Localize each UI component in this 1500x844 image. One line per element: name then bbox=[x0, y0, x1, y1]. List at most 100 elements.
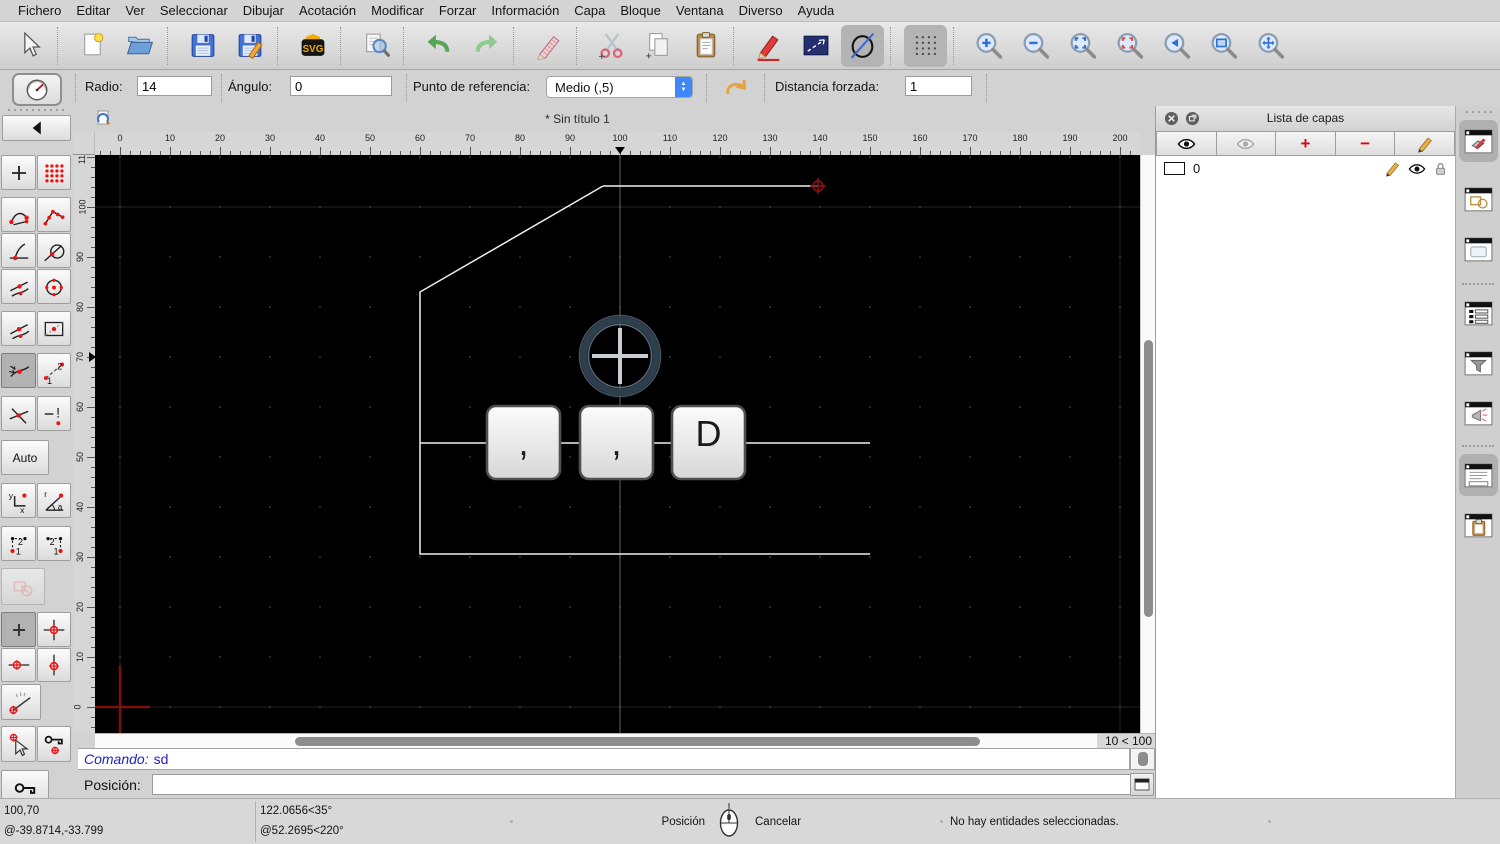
coordinate-polar-button[interactable]: ra bbox=[37, 483, 71, 518]
menu-ventana[interactable]: Ventana bbox=[676, 3, 724, 18]
menu-capa[interactable]: Capa bbox=[574, 3, 605, 18]
snap-nearest-button[interactable] bbox=[1, 269, 36, 304]
zoom-out-button[interactable] bbox=[1014, 25, 1057, 67]
menu-dibujar[interactable]: Dibujar bbox=[243, 3, 284, 18]
snap-reference-button[interactable] bbox=[37, 311, 71, 346]
layer-visibility-eye-icon[interactable] bbox=[1408, 162, 1426, 176]
redo-button[interactable] bbox=[464, 25, 507, 67]
menu-modificar[interactable]: Modificar bbox=[371, 3, 424, 18]
menu-bloque[interactable]: Bloque bbox=[620, 3, 660, 18]
command-scrollbar-thumb[interactable] bbox=[1138, 752, 1148, 766]
palette-drag-handle[interactable] bbox=[6, 108, 66, 112]
menu-diverso[interactable]: Diverso bbox=[739, 3, 783, 18]
announce-window-toggle[interactable] bbox=[1459, 392, 1498, 434]
back-button[interactable] bbox=[718, 74, 752, 102]
show-all-layers-button[interactable] bbox=[1156, 131, 1217, 156]
snap-perpendicular-button[interactable] bbox=[1, 233, 36, 268]
edit-layer-button[interactable] bbox=[1395, 131, 1455, 156]
set-relative-angle-button[interactable] bbox=[1, 684, 41, 720]
restrict-orthogonal-button[interactable] bbox=[37, 612, 71, 647]
snap-intersection-manual-button[interactable]: ! bbox=[37, 396, 71, 431]
horizontal-scrollbar[interactable] bbox=[95, 733, 1097, 748]
delete-button[interactable] bbox=[527, 25, 570, 67]
cut-button[interactable] bbox=[590, 25, 633, 67]
collapse-palette-button[interactable] bbox=[2, 115, 71, 141]
reference-corner-2-button[interactable]: 12 bbox=[37, 526, 71, 561]
snap-intersection-button[interactable] bbox=[1, 396, 36, 431]
print-preview-button[interactable] bbox=[354, 25, 397, 67]
snap-center-button[interactable] bbox=[37, 269, 71, 304]
position-input[interactable] bbox=[152, 774, 1138, 795]
entity-attributes-button[interactable] bbox=[794, 25, 837, 67]
new-document-button[interactable] bbox=[71, 25, 114, 67]
drawing-canvas[interactable]: ,, D bbox=[95, 155, 1140, 733]
vertical-scrollbar-thumb[interactable] bbox=[1144, 340, 1153, 617]
snap-free-button[interactable] bbox=[1, 155, 36, 190]
snap-middle-button[interactable] bbox=[1, 353, 36, 388]
angle-input[interactable] bbox=[290, 76, 392, 96]
lock-relative-zero-button[interactable] bbox=[37, 726, 71, 762]
command-scrollbar[interactable] bbox=[1130, 748, 1155, 770]
menu-fichero[interactable]: Fichero bbox=[18, 3, 61, 18]
vertical-scrollbar[interactable] bbox=[1140, 155, 1155, 733]
menu-ver[interactable]: Ver bbox=[125, 3, 145, 18]
menu-seleccionar[interactable]: Seleccionar bbox=[160, 3, 228, 18]
zoom-previous-button[interactable] bbox=[1108, 25, 1151, 67]
blocks-window-toggle[interactable] bbox=[1459, 178, 1498, 220]
layer-row[interactable]: 0 bbox=[1156, 158, 1455, 179]
menu-editar[interactable]: Editar bbox=[76, 3, 110, 18]
set-relative-zero-button[interactable] bbox=[1, 726, 36, 762]
snap-auto-button[interactable]: Auto bbox=[1, 440, 49, 475]
horizontal-scrollbar-thumb[interactable] bbox=[295, 737, 980, 746]
restrict-vertical-button[interactable] bbox=[37, 648, 71, 682]
layers-window-toggle[interactable] bbox=[1459, 120, 1498, 162]
edit-layer-pencil-icon[interactable] bbox=[1384, 160, 1401, 177]
radius-input[interactable] bbox=[137, 76, 212, 96]
attributes-pencil-button[interactable] bbox=[747, 25, 790, 67]
library-window-toggle[interactable] bbox=[1459, 228, 1498, 270]
menu-acotacion[interactable]: Acotación bbox=[299, 3, 356, 18]
command-line[interactable]: Comando: sd bbox=[78, 748, 1130, 770]
save-button[interactable] bbox=[181, 25, 224, 67]
zoom-auto-button[interactable] bbox=[1061, 25, 1104, 67]
snap-grid-button[interactable] bbox=[37, 155, 71, 190]
snap-distance-button[interactable]: 12 bbox=[37, 353, 71, 388]
dock-drag-handle[interactable] bbox=[1464, 110, 1494, 114]
copy-button[interactable] bbox=[637, 25, 680, 67]
filter-window-toggle[interactable] bbox=[1459, 342, 1498, 384]
add-layer-button[interactable]: + bbox=[1276, 131, 1336, 156]
restrict-horizontal-button[interactable] bbox=[1, 648, 36, 682]
remove-layer-button[interactable]: − bbox=[1335, 131, 1396, 156]
select-entity-button[interactable] bbox=[1, 568, 45, 605]
open-file-button[interactable] bbox=[118, 25, 161, 67]
undo-button[interactable] bbox=[417, 25, 460, 67]
zoom-in-button[interactable] bbox=[967, 25, 1010, 67]
zoom-pan-button[interactable] bbox=[1249, 25, 1292, 67]
select-arrow-button[interactable] bbox=[8, 25, 51, 67]
command-options-window-toggle[interactable] bbox=[1459, 292, 1498, 334]
save-as-button[interactable] bbox=[228, 25, 271, 67]
grid-toggle-button[interactable] bbox=[904, 24, 947, 67]
restrict-nothing-button[interactable] bbox=[1, 612, 36, 647]
snap-tangent-button[interactable] bbox=[37, 233, 71, 268]
coordinate-cartesian-button[interactable]: yx bbox=[1, 483, 36, 518]
menu-informacion[interactable]: Información bbox=[491, 3, 559, 18]
reference-point-select[interactable]: Medio (,5) ▲ ▼ bbox=[546, 76, 693, 98]
layer-lock-icon[interactable] bbox=[1433, 161, 1448, 177]
reference-corner-1-button[interactable]: 12 bbox=[1, 526, 36, 561]
forced-distance-input[interactable] bbox=[905, 76, 972, 96]
draft-mode-button[interactable] bbox=[841, 24, 884, 67]
snap-endpoints-button[interactable] bbox=[1, 197, 36, 232]
menu-ayuda[interactable]: Ayuda bbox=[798, 3, 835, 18]
clipboard-window-toggle[interactable] bbox=[1459, 504, 1498, 546]
hide-all-layers-button[interactable] bbox=[1216, 131, 1277, 156]
menu-forzar[interactable]: Forzar bbox=[439, 3, 477, 18]
export-svg-button[interactable]: SVG bbox=[291, 25, 334, 67]
zoom-window-button[interactable] bbox=[1202, 25, 1245, 67]
fillet-tool-button[interactable] bbox=[12, 73, 62, 106]
paste-button[interactable] bbox=[684, 25, 727, 67]
keyboard-button[interactable] bbox=[1130, 773, 1154, 796]
snap-on-entity-button[interactable] bbox=[37, 197, 71, 232]
snap-middle-points-button[interactable] bbox=[1, 311, 36, 346]
command-line-window-toggle[interactable] bbox=[1459, 454, 1498, 496]
